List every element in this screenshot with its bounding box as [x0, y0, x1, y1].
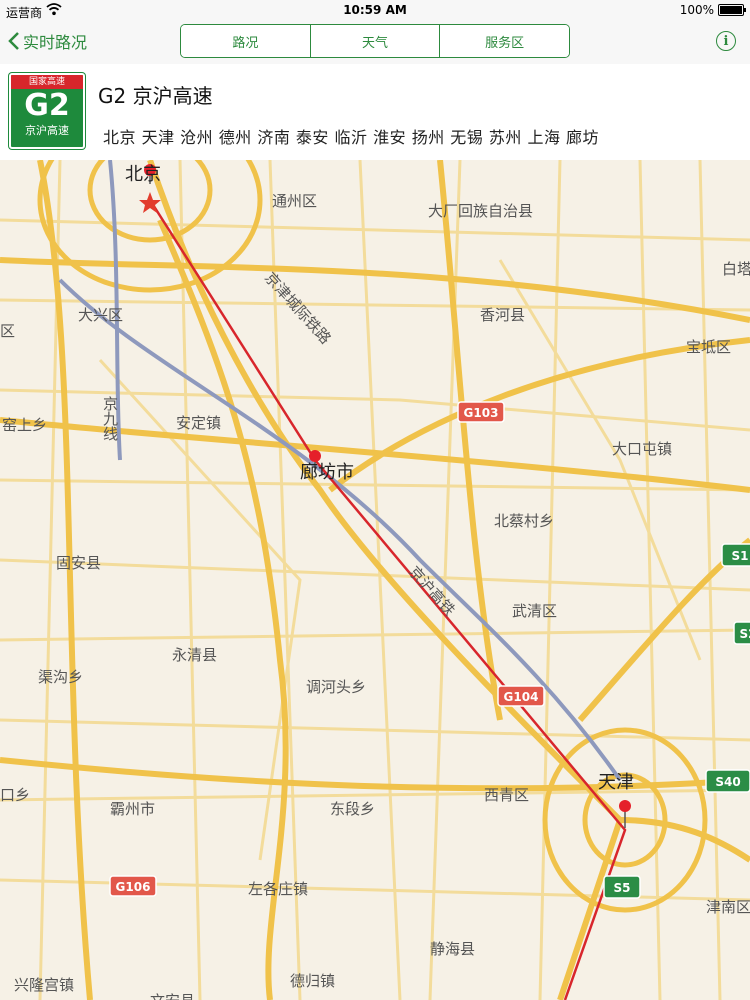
road-shield-s1: S1 [721, 543, 750, 567]
segment-traffic[interactable]: 路况 [181, 25, 311, 57]
place-label: 东段乡 [330, 800, 375, 818]
shield-top-label: 国家高速 [11, 75, 83, 89]
place-label: 西青区 [484, 786, 529, 804]
place-label: 京九线 [101, 396, 119, 441]
place-label: 香河县 [480, 306, 525, 324]
road-label: G106 [116, 880, 151, 894]
battery-percent: 100% [679, 3, 714, 17]
road-label: G103 [464, 406, 499, 420]
road-label: S2 [740, 627, 750, 641]
road-shield-s2: S2 [733, 621, 750, 645]
place-label: 德归镇 [290, 972, 335, 990]
clock: 10:59 AM [343, 3, 407, 17]
place-label: 安定镇 [176, 414, 221, 432]
place-label: 兴隆宫镇 [14, 976, 74, 994]
road-shield-g103: G103 [457, 401, 505, 423]
place-label: 口乡 [0, 786, 30, 804]
road-shield-s40: S40 [705, 769, 750, 793]
place-label: 廊坊市 [300, 462, 354, 483]
place-label: 白塔 [722, 260, 750, 278]
road-shield-g104: G104 [497, 685, 545, 707]
place-label: 大兴区 [78, 306, 123, 324]
back-label: 实时路况 [23, 33, 88, 52]
chevron-left-icon [8, 32, 19, 50]
shield-name: 京沪高速 [25, 124, 69, 137]
shield-code: G2 [24, 88, 70, 123]
place-label: 天津 [598, 772, 634, 793]
place-label: 通州区 [272, 192, 317, 210]
place-label: 区 [0, 322, 15, 340]
segment-weather[interactable]: 天气 [310, 25, 441, 57]
navigation-bar: 实时路况 路况 天气 服务区 i [0, 22, 750, 65]
map-canvas[interactable]: G103 G104 G106 S1 S2 S40 S5 北京 通州区 大厂回族 [0, 160, 750, 1000]
highway-shield-icon: 国家高速 G2 京沪高速 [9, 73, 85, 149]
road-shield-s5: S5 [603, 875, 641, 899]
place-label: 北京 [125, 164, 161, 185]
place-label: 渠沟乡 [38, 668, 83, 686]
info-icon: i [723, 33, 729, 49]
highway-title: G2 京沪高速 [98, 84, 213, 108]
place-label: 调河头乡 [306, 678, 366, 696]
road-label: S5 [614, 881, 631, 895]
road-shield-g106: G106 [109, 875, 157, 897]
place-label: 左各庄镇 [248, 880, 308, 898]
place-label: 霸州市 [110, 800, 155, 818]
segment-service-area[interactable]: 服务区 [440, 25, 569, 57]
battery-icon [718, 4, 746, 16]
place-label: 文安县 [150, 992, 195, 1000]
place-label: 北蔡村乡 [494, 512, 554, 530]
place-label: 固安县 [56, 554, 101, 572]
back-button[interactable]: 实时路况 [8, 29, 87, 53]
place-label: 窑上乡 [2, 416, 47, 434]
map-view[interactable]: G103 G104 G106 S1 S2 S40 S5 北京 通州区 大厂回族 [0, 160, 750, 1000]
place-label: 大口屯镇 [612, 440, 672, 458]
place-label: 武清区 [512, 602, 557, 620]
place-label: 津南区 [706, 898, 750, 916]
place-label: 大厂回族自治县 [428, 202, 533, 220]
highway-cities: 北京 天津 沧州 德州 济南 泰安 临沂 淮安 扬州 无锡 苏州 上海 廊坊 [103, 128, 600, 147]
place-label: 静海县 [430, 940, 475, 958]
road-label: G104 [504, 690, 539, 704]
road-label: S1 [732, 549, 749, 563]
info-button[interactable]: i [716, 31, 736, 51]
status-bar: 运营商 10:59 AM 100% [0, 0, 750, 22]
highway-header: 国家高速 G2 京沪高速 G2 京沪高速 北京 天津 沧州 德州 济南 泰安 临… [0, 64, 750, 160]
road-label: S40 [715, 775, 740, 789]
place-label: 宝坻区 [686, 338, 731, 356]
place-label: 永清县 [172, 646, 217, 664]
battery-indicator: 100% [679, 3, 746, 17]
segmented-control: 路况 天气 服务区 [180, 24, 570, 58]
